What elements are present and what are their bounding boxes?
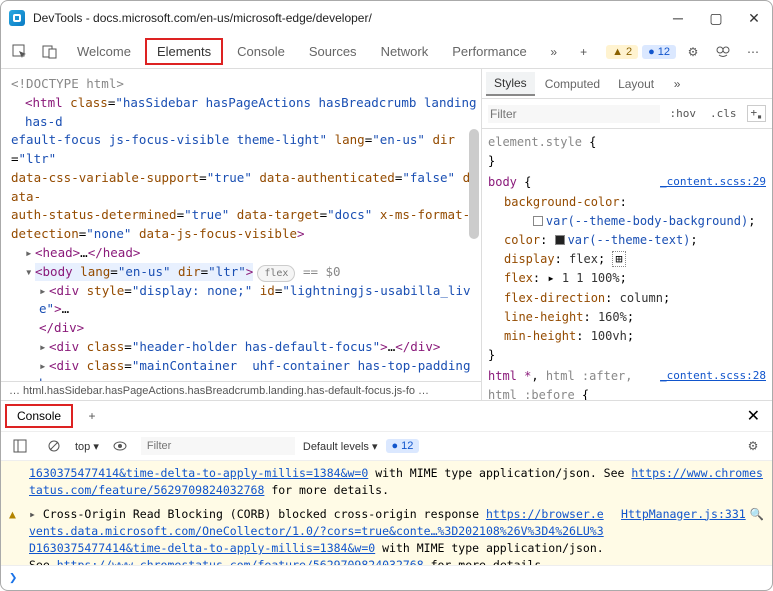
scrollbar[interactable] (469, 129, 479, 239)
dollar-zero: == $0 (303, 264, 341, 279)
window-title: DevTools - docs.microsoft.com/en-us/micr… (33, 11, 660, 25)
style-filter-input[interactable] (488, 105, 660, 123)
window-titlebar: DevTools - docs.microsoft.com/en-us/micr… (1, 1, 772, 35)
tab-welcome[interactable]: Welcome (67, 38, 141, 65)
computed-tab[interactable]: Computed (537, 73, 608, 95)
console-filter-input[interactable] (141, 437, 295, 455)
settings-icon[interactable]: ⚙ (680, 39, 706, 65)
log-levels[interactable]: Default levels ▾ (303, 440, 378, 453)
feedback-icon[interactable] (710, 39, 736, 65)
main-toolbar: Welcome Elements Console Sources Network… (1, 35, 772, 69)
styles-list[interactable]: element.style {} body {_content.scss:29 … (482, 129, 772, 400)
more-tabs-icon[interactable]: » (541, 39, 567, 65)
tab-sources[interactable]: Sources (299, 38, 367, 65)
live-expression-icon[interactable] (107, 433, 133, 459)
maximize-button[interactable]: ▢ (706, 10, 726, 27)
lens-icon[interactable]: 🔍 (750, 507, 764, 521)
console-settings-icon[interactable]: ⚙ (740, 433, 766, 459)
source-link[interactable]: _content.scss:29 (660, 173, 766, 192)
breadcrumb[interactable]: … html.hasSidebar.hasPageActions.hasBrea… (1, 381, 481, 400)
add-drawer-tab[interactable]: + (79, 403, 105, 429)
new-style-rule[interactable]: +▪ (747, 105, 766, 122)
device-toggle-icon[interactable] (37, 39, 63, 65)
add-tab-icon[interactable]: + (571, 39, 597, 65)
tab-network[interactable]: Network (371, 38, 439, 65)
tab-performance[interactable]: Performance (442, 38, 536, 65)
layout-tab[interactable]: Layout (610, 73, 662, 95)
source-link[interactable]: _content.scss:28 (660, 367, 766, 386)
console-link[interactable]: https://www.chromestatus.com/feature/562… (57, 558, 424, 565)
context-selector[interactable]: top ▾ (75, 440, 99, 453)
styles-tab[interactable]: Styles (486, 72, 535, 96)
info-badge[interactable]: ● 12 (642, 45, 676, 59)
info-count: 12 (658, 46, 670, 58)
devtools-icon (9, 10, 25, 26)
console-prompt[interactable]: ❯ (1, 565, 772, 590)
tab-elements[interactable]: Elements (145, 38, 223, 65)
styles-more-icon[interactable]: » (664, 71, 690, 97)
warn-count: 2 (626, 46, 632, 58)
body-element[interactable]: <body lang="en-us" dir="ltr"> (35, 263, 253, 282)
close-drawer[interactable]: ✕ (739, 406, 768, 426)
inspect-icon[interactable] (7, 39, 33, 65)
clear-console-icon[interactable] (41, 433, 67, 459)
hov-toggle[interactable]: :hov (666, 105, 701, 122)
warnings-badge[interactable]: ▲ 2 (606, 45, 638, 59)
console-body[interactable]: 1630375477414&time-delta-to-apply-millis… (1, 461, 772, 565)
dom-tree[interactable]: <!DOCTYPE html> <html class="hasSidebar … (1, 69, 481, 381)
tab-console[interactable]: Console (227, 38, 295, 65)
menu-icon[interactable]: ⋯ (740, 39, 766, 65)
console-sidebar-icon[interactable] (7, 433, 33, 459)
console-info-badge[interactable]: ● 12 (386, 439, 420, 453)
console-drawer-tab[interactable]: Console (5, 404, 73, 428)
console-link[interactable]: 1630375477414&time-delta-to-apply-millis… (29, 466, 368, 480)
warning-icon: ▲ (9, 506, 23, 566)
source-link[interactable]: HttpManager.js:331 (621, 507, 746, 521)
close-button[interactable]: ✕ (744, 10, 764, 27)
flex-pill: flex (257, 265, 295, 282)
doctype: <!DOCTYPE html> (11, 75, 477, 94)
cls-toggle[interactable]: .cls (706, 105, 741, 122)
minimize-button[interactable]: ─ (668, 10, 688, 27)
